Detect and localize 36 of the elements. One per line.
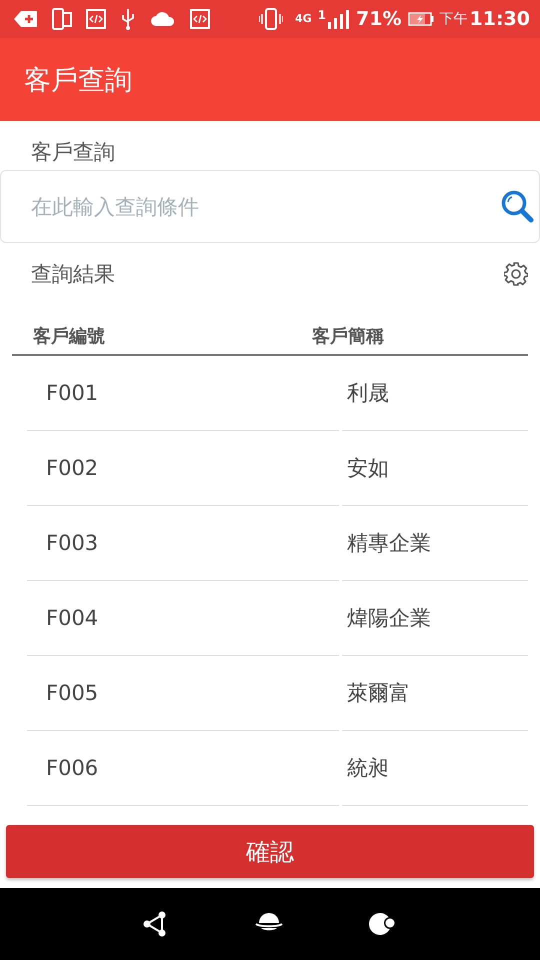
column-header: 客戶簡稱 [312,325,384,349]
circles-icon[interactable] [369,912,397,936]
tag-plus-icon [14,10,38,28]
search-field[interactable]: 在此輸入查詢條件 [0,170,540,243]
usb-icon [120,8,136,30]
status-time: 11:30 [470,8,530,30]
table-cell-text: 萊爾富 [347,680,410,707]
search-icon[interactable] [500,189,534,223]
results-title: 查詢結果 [31,261,115,288]
app-title: 客戶查詢 [24,64,132,98]
battery-charging-icon [408,12,434,26]
table-cell-text: 利晟 [347,380,389,407]
table-cell: F005 [46,681,98,705]
table-cell: F006 [46,756,98,780]
table-cell: F004 [46,606,98,630]
network-label: 4G [294,13,312,25]
vibrate-icon [258,8,283,30]
battery-percent: 71% [356,8,402,30]
devices-icon [52,8,72,30]
table-cell-text: 煒陽企業 [347,605,431,632]
table-cell: F002 [46,456,98,480]
settings-icon[interactable] [504,262,528,286]
signal-icon [328,9,350,29]
table-cell: F001 [46,381,98,405]
cloud-icon [150,10,176,28]
status-ampm: 下午 [440,10,468,28]
table-cell-text: 統昶 [347,755,389,782]
confirm-button[interactable]: 確認 [6,825,534,878]
code-icon [86,9,106,29]
code-icon [190,9,210,29]
column-header: 客戶編號 [32,325,106,349]
sim-label: 1 [318,8,326,22]
table-cell-text: 精專企業 [347,530,431,557]
table-cell: F003 [46,531,98,555]
section-label: 客戶查詢 [30,138,115,166]
table-cell-text: 安如 [347,455,389,482]
